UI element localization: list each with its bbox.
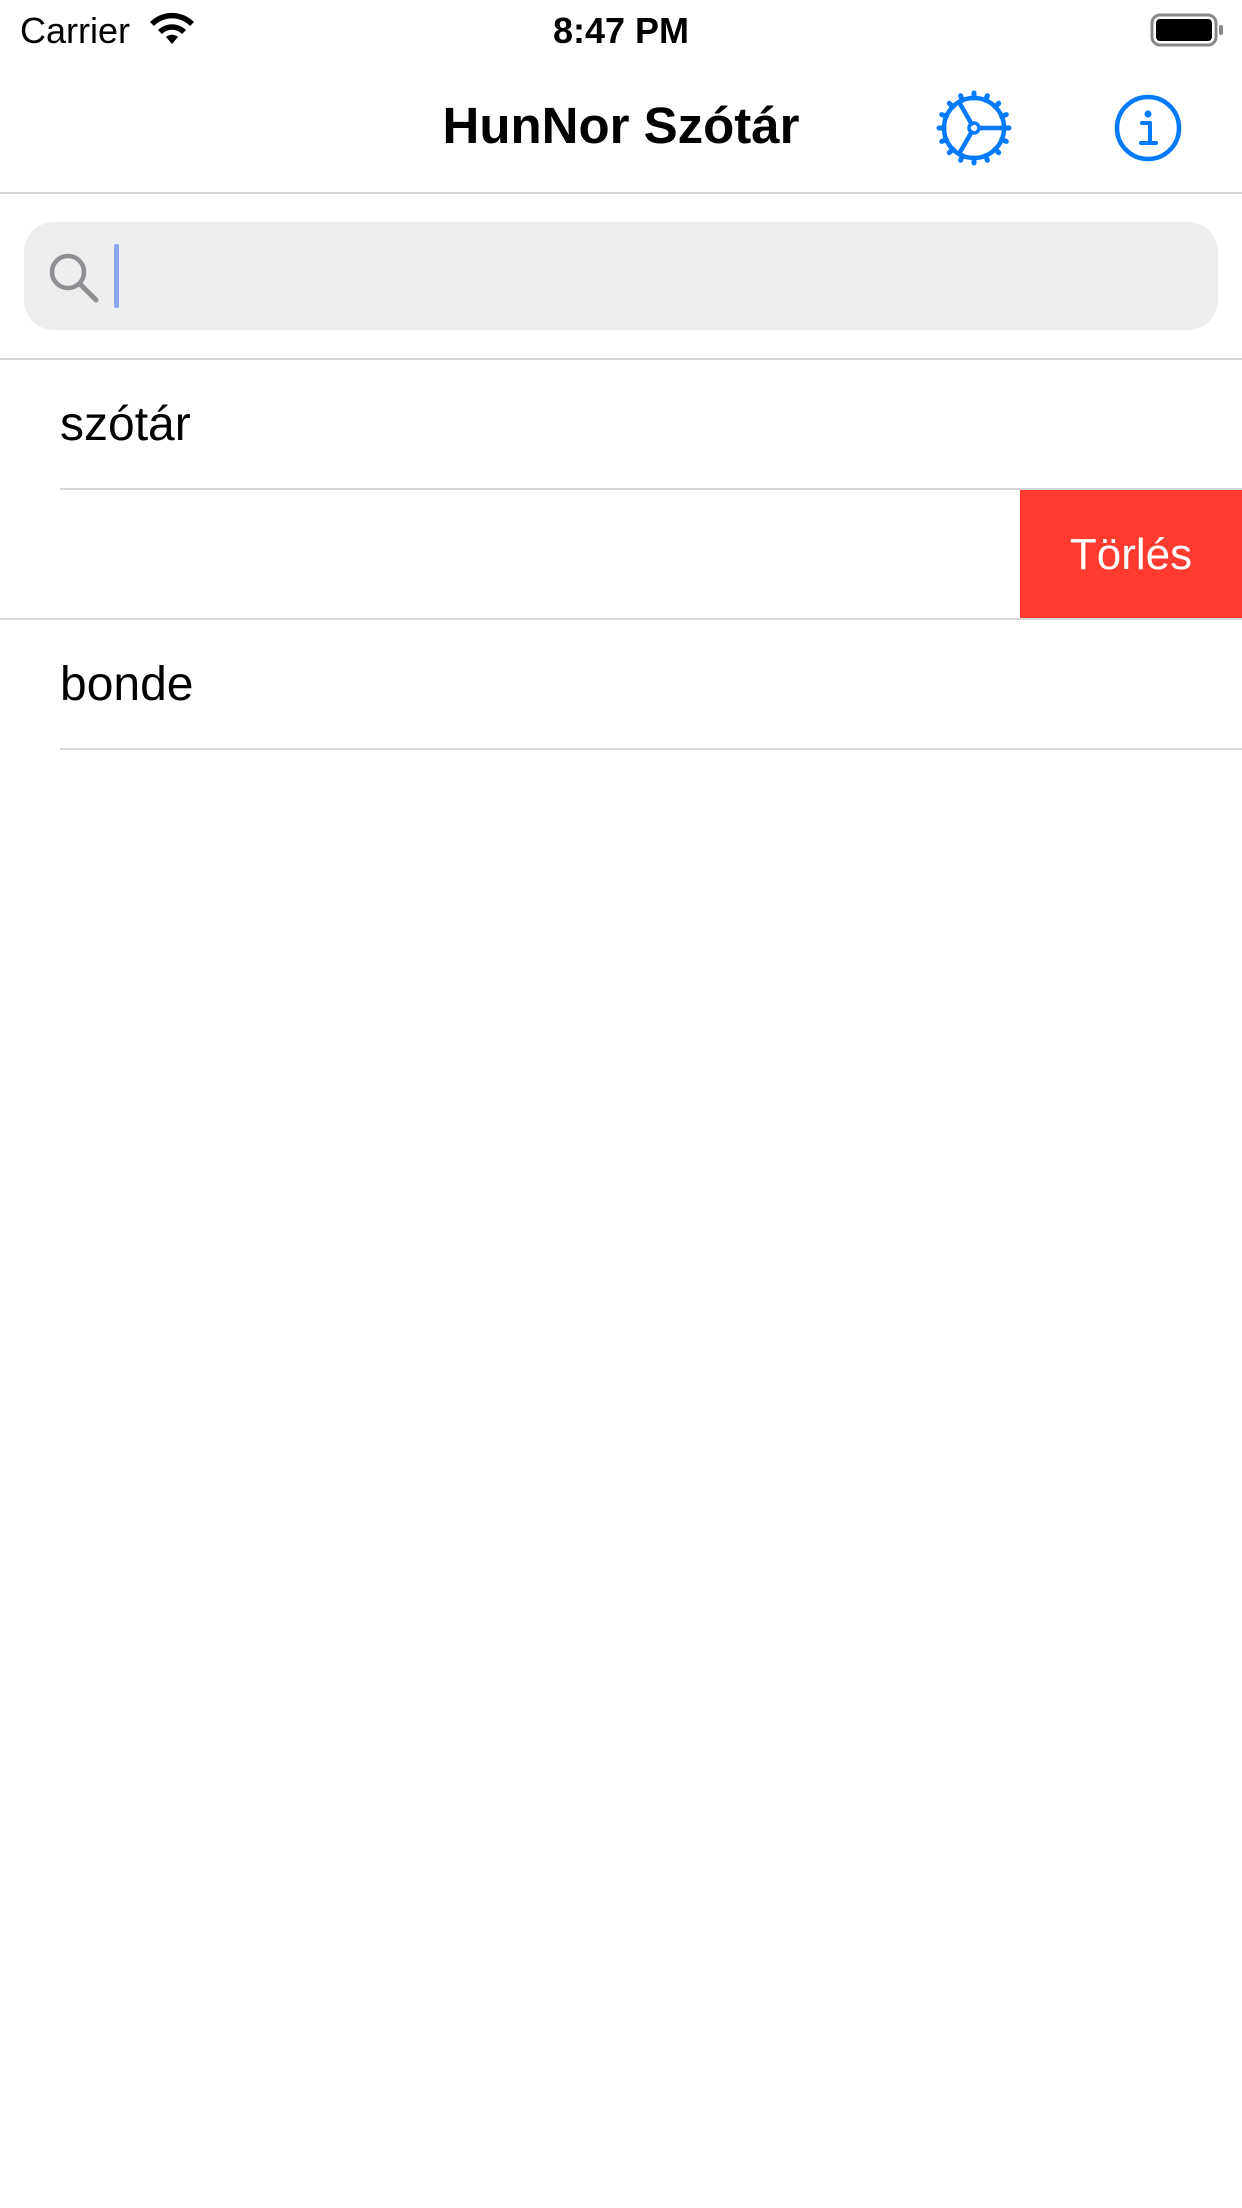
list-item-label: szótár <box>60 398 191 451</box>
status-bar: Carrier 8:47 PM <box>0 0 1242 62</box>
battery-full-icon <box>1150 13 1223 47</box>
row-separator <box>60 748 1242 750</box>
navigation-bar: HunNor Szótár <box>0 62 1242 194</box>
list-item[interactable]: bonde <box>0 620 1242 750</box>
delete-button[interactable]: Törlés <box>1020 490 1242 620</box>
list-item-swiped[interactable]: Törlés <box>0 490 1242 620</box>
search-field[interactable] <box>24 222 1218 330</box>
page-title: HunNor Szótár <box>442 97 800 154</box>
search-bar <box>0 194 1242 360</box>
search-input[interactable] <box>114 238 1198 316</box>
info-icon[interactable] <box>1110 90 1186 166</box>
history-list: szótár Törlés bonde <box>0 360 1242 750</box>
list-item[interactable]: szótár <box>0 360 1242 490</box>
text-cursor <box>114 244 119 308</box>
status-time: 8:47 PM <box>552 10 690 51</box>
settings-icon[interactable] <box>936 90 1012 166</box>
search-icon <box>49 253 99 303</box>
list-item-label: bonde <box>60 658 194 711</box>
